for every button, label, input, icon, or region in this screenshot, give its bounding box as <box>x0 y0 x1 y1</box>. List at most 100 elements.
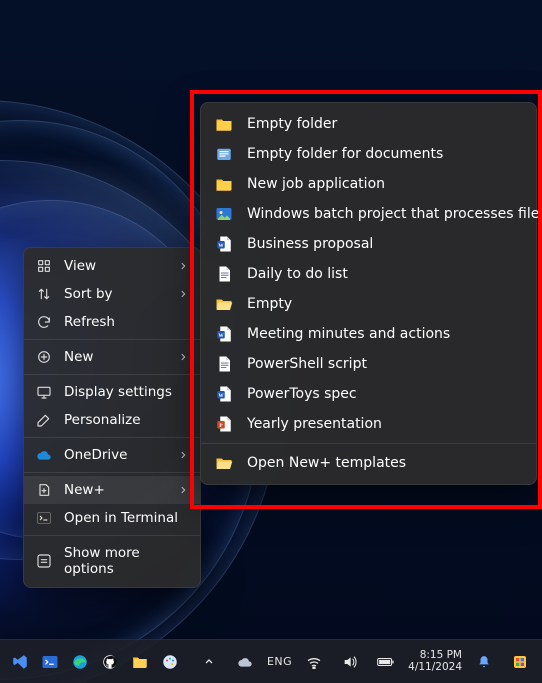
submenu-item-new-job-application[interactable]: New job application <box>201 169 536 199</box>
menu-item-sort-by[interactable]: Sort by <box>24 280 200 308</box>
menu-item-refresh[interactable]: Refresh <box>24 308 200 336</box>
submenu-item-label: Empty folder <box>247 116 522 132</box>
submenu-item-powertoys-spec[interactable]: W PowerToys spec <box>201 379 536 409</box>
tray-clock[interactable]: 8:15 PM 4/11/2024 <box>408 650 462 673</box>
submenu-item-empty[interactable]: Empty <box>201 289 536 319</box>
menu-item-label: Refresh <box>64 314 188 330</box>
svg-text:W: W <box>218 333 224 339</box>
taskbar-apps <box>4 648 184 676</box>
submenu-item-powershell-script[interactable]: PowerShell script <box>201 349 536 379</box>
newplus-submenu[interactable]: Empty folder Empty folder for documents Ne… <box>200 102 537 485</box>
menu-separator <box>24 374 200 375</box>
taskbar-app-explorer[interactable] <box>126 648 154 676</box>
menu-item-display-settings[interactable]: Display settings <box>24 378 200 406</box>
menu-item-label: New+ <box>64 482 166 498</box>
tray-notifications-icon[interactable] <box>470 648 498 676</box>
text-icon <box>215 265 233 283</box>
word-icon: W <box>215 235 233 253</box>
tray-language[interactable]: ENG <box>267 655 292 668</box>
tray-overflow[interactable] <box>195 648 223 676</box>
submenu-item-empty-folder-for-documents[interactable]: Empty folder for documents <box>201 139 536 169</box>
menu-item-label: Display settings <box>64 384 188 400</box>
menu-item-label: View <box>64 258 166 274</box>
folder-open-icon <box>215 295 233 313</box>
submenu-item-label: Empty folder for documents <box>247 146 522 162</box>
taskbar-app-github[interactable] <box>96 648 124 676</box>
taskbar-app-paint[interactable] <box>156 648 184 676</box>
word-icon: W <box>215 385 233 403</box>
folder-icon <box>215 115 233 133</box>
more-icon <box>36 553 52 569</box>
tray-wifi-icon[interactable] <box>300 648 328 676</box>
desktop-context-menu[interactable]: View Sort by Refresh New Display settings Per… <box>23 247 201 588</box>
doc-folder-icon <box>215 145 233 163</box>
taskbar-app-terminal[interactable] <box>36 648 64 676</box>
submenu-item-label: Business proposal <box>247 236 522 252</box>
tray-battery-icon[interactable] <box>372 648 400 676</box>
svg-text:W: W <box>218 243 224 249</box>
submenu-item-label: PowerShell script <box>247 356 522 372</box>
menu-item-label: OneDrive <box>64 447 166 463</box>
menu-item-label: Open in Terminal <box>64 510 188 526</box>
menu-item-label: Personalize <box>64 412 188 428</box>
menu-item-new-[interactable]: New+ <box>24 476 200 504</box>
menu-separator <box>24 339 200 340</box>
submenu-item-empty-folder[interactable]: Empty folder <box>201 109 536 139</box>
grid-icon <box>36 258 52 274</box>
menu-item-view[interactable]: View <box>24 252 200 280</box>
menu-item-open-in-terminal[interactable]: Open in Terminal <box>24 504 200 532</box>
submenu-item-windows-batch-project-that-processes-fil[interactable]: Windows batch project that processes fil… <box>201 199 536 229</box>
folder-icon <box>215 175 233 193</box>
menu-item-show-more-options[interactable]: Show more options <box>24 539 200 583</box>
taskbar[interactable]: ENG 8:15 PM 4/11/2024 <box>0 639 542 683</box>
submenu-item-daily-to-do-list[interactable]: Daily to do list <box>201 259 536 289</box>
newplus-icon <box>36 482 52 498</box>
tray-volume-icon[interactable] <box>336 648 364 676</box>
submenu-item-label: PowerToys spec <box>247 386 522 402</box>
taskbar-app-edge[interactable] <box>66 648 94 676</box>
submenu-item-label: Empty <box>247 296 522 312</box>
submenu-item-yearly-presentation[interactable]: P Yearly presentation <box>201 409 536 439</box>
menu-item-new[interactable]: New <box>24 343 200 371</box>
menu-item-label: Show more options <box>64 545 188 577</box>
chevron-right-icon <box>178 261 188 271</box>
svg-text:W: W <box>218 393 224 399</box>
text-icon <box>215 355 233 373</box>
tray-date: 4/11/2024 <box>408 662 462 674</box>
submenu-item-meeting-minutes-and-actions[interactable]: W Meeting minutes and actions <box>201 319 536 349</box>
submenu-item-open-new-templates[interactable]: Open New+ templates <box>201 448 536 478</box>
ppt-icon: P <box>215 415 233 433</box>
tray-time: 8:15 PM <box>420 650 462 662</box>
submenu-item-label: Daily to do list <box>247 266 522 282</box>
system-tray: ENG 8:15 PM 4/11/2024 <box>195 648 538 676</box>
chevron-right-icon <box>178 289 188 299</box>
menu-item-personalize[interactable]: Personalize <box>24 406 200 434</box>
menu-separator <box>201 443 536 444</box>
chevron-right-icon <box>178 450 188 460</box>
submenu-item-label: New job application <box>247 176 522 192</box>
tray-app-icon[interactable] <box>506 648 534 676</box>
taskbar-app-vscode[interactable] <box>6 648 34 676</box>
sort-icon <box>36 286 52 302</box>
submenu-item-label: Windows batch project that processes fil… <box>247 206 542 222</box>
submenu-item-label: Meeting minutes and actions <box>247 326 522 342</box>
folder-open-icon <box>215 454 233 472</box>
submenu-item-business-proposal[interactable]: W Business proposal <box>201 229 536 259</box>
image-item-icon <box>215 205 233 223</box>
refresh-icon <box>36 314 52 330</box>
menu-separator <box>24 472 200 473</box>
menu-item-onedrive[interactable]: OneDrive <box>24 441 200 469</box>
personalize-icon <box>36 412 52 428</box>
tray-onedrive[interactable] <box>231 648 259 676</box>
menu-separator <box>24 437 200 438</box>
chevron-right-icon <box>178 352 188 362</box>
menu-item-label: Sort by <box>64 286 166 302</box>
onedrive-icon <box>36 447 52 463</box>
submenu-item-label: Open New+ templates <box>247 455 522 471</box>
menu-separator <box>24 535 200 536</box>
new-icon <box>36 349 52 365</box>
submenu-item-label: Yearly presentation <box>247 416 522 432</box>
menu-item-label: New <box>64 349 166 365</box>
word-icon: W <box>215 325 233 343</box>
terminal-icon <box>36 510 52 526</box>
